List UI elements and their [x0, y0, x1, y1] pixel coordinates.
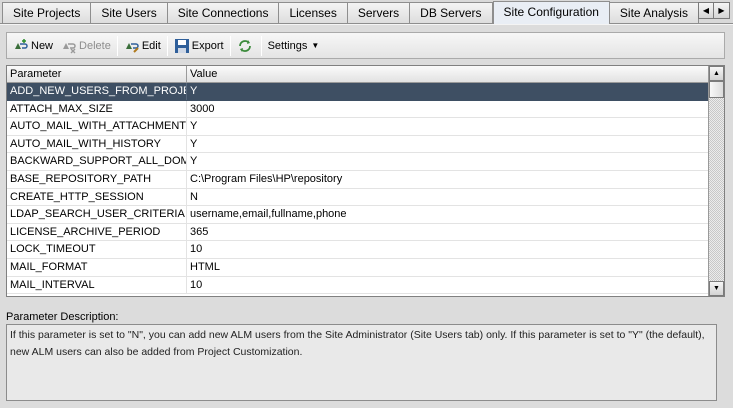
table-row[interactable]: BASE_REPOSITORY_PATH C:\Program Files\HP\… — [7, 170, 709, 189]
cell-parameter: LICENSE_ARCHIVE_PERIOD — [7, 223, 187, 241]
table-row[interactable]: LICENSE_ARCHIVE_PERIOD 365 — [7, 223, 709, 242]
tab-site-connections[interactable]: Site Connections — [167, 2, 280, 24]
cell-value: 10 — [187, 276, 709, 294]
tab-scroll-right-icon[interactable]: ▶ — [714, 2, 730, 19]
scroll-thumb[interactable] — [709, 81, 724, 98]
scroll-down-icon[interactable]: ▼ — [709, 281, 724, 296]
table-row[interactable]: ATTACH_MAX_SIZE 3000 — [7, 100, 709, 119]
tab-strip: Site Projects Site Users Site Connections L… — [2, 1, 699, 24]
table-vertical-scrollbar[interactable]: ▲ ▼ — [708, 66, 724, 296]
tab-scroll-left-icon[interactable]: ◀ — [698, 2, 714, 19]
site-configuration-panel: New Delete Edit Export Settings ▼ Parame… — [0, 24, 733, 408]
delete-button-label: Delete — [79, 39, 111, 52]
toolbar: New Delete Edit Export Settings ▼ — [6, 32, 725, 59]
delete-parameter-icon — [61, 38, 77, 54]
table-row[interactable]: AUTO_MAIL_WITH_HISTORY Y — [7, 135, 709, 154]
table-row[interactable]: BACKWARD_SUPPORT_ALL_DOMAINSY — [7, 153, 709, 171]
cell-parameter: BACKWARD_SUPPORT_ALL_DOMAINS — [7, 153, 187, 170]
export-button-label: Export — [191, 39, 224, 52]
tab-bar: Site Projects Site Users Site Connections L… — [0, 0, 733, 24]
cell-parameter: BASE_REPOSITORY_PATH — [7, 170, 187, 188]
cell-parameter: LOCK_TIMEOUT — [7, 241, 187, 258]
table-row[interactable]: CREATE_HTTP_SESSION N — [7, 188, 709, 207]
tab-scroll-controls: ◀ ▶ — [698, 2, 730, 19]
edit-parameter-icon — [124, 38, 140, 54]
cell-value: C:\Program Files\HP\repository — [187, 170, 709, 188]
scroll-up-icon[interactable]: ▲ — [709, 66, 724, 81]
parameter-description-label: Parameter Description: — [6, 311, 119, 323]
tab-site-configuration[interactable]: Site Configuration — [492, 1, 610, 24]
cell-value: Y — [187, 135, 709, 153]
cell-parameter: ATTACH_MAX_SIZE — [7, 100, 187, 118]
toolbar-separator — [260, 35, 262, 56]
cell-value: HTML — [187, 258, 709, 276]
parameters-table: Parameter Value ADD_NEW_USERS_FROM_PROJE… — [6, 65, 725, 297]
column-header-parameter[interactable]: Parameter — [7, 66, 187, 82]
new-button-label: New — [31, 39, 54, 52]
tab-db-servers[interactable]: DB Servers — [410, 2, 493, 24]
table-row[interactable]: MAIL_FORMAT HTML — [7, 258, 709, 277]
refresh-button[interactable] — [233, 35, 259, 57]
table-row[interactable]: ADD_NEW_USERS_FROM_PROJECT Y — [7, 83, 709, 101]
toolbar-separator — [229, 35, 231, 56]
save-disk-icon — [174, 38, 190, 54]
cell-value: Y — [187, 118, 709, 135]
cell-value: 3000 — [187, 100, 709, 118]
new-button[interactable]: New — [9, 35, 57, 57]
table-row[interactable]: AUTO_MAIL_WITH_ATTACHMENT Y — [7, 118, 709, 136]
cell-parameter: LDAP_SEARCH_USER_CRITERIA — [7, 206, 187, 223]
chevron-down-icon: ▼ — [311, 41, 320, 50]
tab-site-users[interactable]: Site Users — [91, 2, 168, 24]
cell-value: N — [187, 188, 709, 206]
column-header-value[interactable]: Value — [187, 66, 709, 82]
tab-site-projects[interactable]: Site Projects — [2, 2, 92, 24]
cell-parameter: AUTO_MAIL_WITH_ATTACHMENT — [7, 118, 187, 135]
table-row[interactable]: MAIL_INTERVAL 10 — [7, 276, 709, 295]
table-body: ADD_NEW_USERS_FROM_PROJECT Y ATTACH_MAX_SI… — [7, 83, 709, 295]
toolbar-separator — [116, 35, 118, 56]
parameter-description-text: If this parameter is set to "N", you can… — [6, 324, 717, 401]
cell-parameter: MAIL_FORMAT — [7, 258, 187, 276]
tab-servers[interactable]: Servers — [347, 2, 411, 24]
cell-value: 10 — [187, 241, 709, 258]
cell-parameter: AUTO_MAIL_WITH_HISTORY — [7, 135, 187, 153]
cell-value: username,email,fullname,phone — [187, 206, 709, 223]
toolbar-separator — [166, 35, 168, 56]
edit-button-label: Edit — [141, 39, 161, 52]
table-row[interactable]: LOCK_TIMEOUT 10 — [7, 241, 709, 259]
export-button[interactable]: Export — [170, 35, 228, 57]
cell-parameter: MAIL_INTERVAL — [7, 276, 187, 294]
refresh-icon — [237, 38, 253, 54]
table-row[interactable]: LDAP_SEARCH_USER_CRITERIA username,email,… — [7, 206, 709, 224]
edit-button[interactable]: Edit — [120, 35, 165, 57]
settings-dropdown[interactable]: Settings ▼ — [264, 35, 324, 57]
delete-button[interactable]: Delete — [57, 35, 115, 57]
cell-value: Y — [187, 153, 709, 170]
cell-value: Y — [187, 83, 709, 100]
tab-licenses[interactable]: Licenses — [279, 2, 348, 24]
cell-parameter: CREATE_HTTP_SESSION — [7, 188, 187, 206]
cell-value: 365 — [187, 223, 709, 241]
new-parameter-icon — [13, 38, 29, 54]
tab-site-analysis[interactable]: Site Analysis — [609, 2, 699, 24]
cell-parameter: ADD_NEW_USERS_FROM_PROJECT — [7, 83, 187, 100]
table-header: Parameter Value — [7, 66, 709, 83]
settings-label: Settings — [267, 39, 308, 52]
